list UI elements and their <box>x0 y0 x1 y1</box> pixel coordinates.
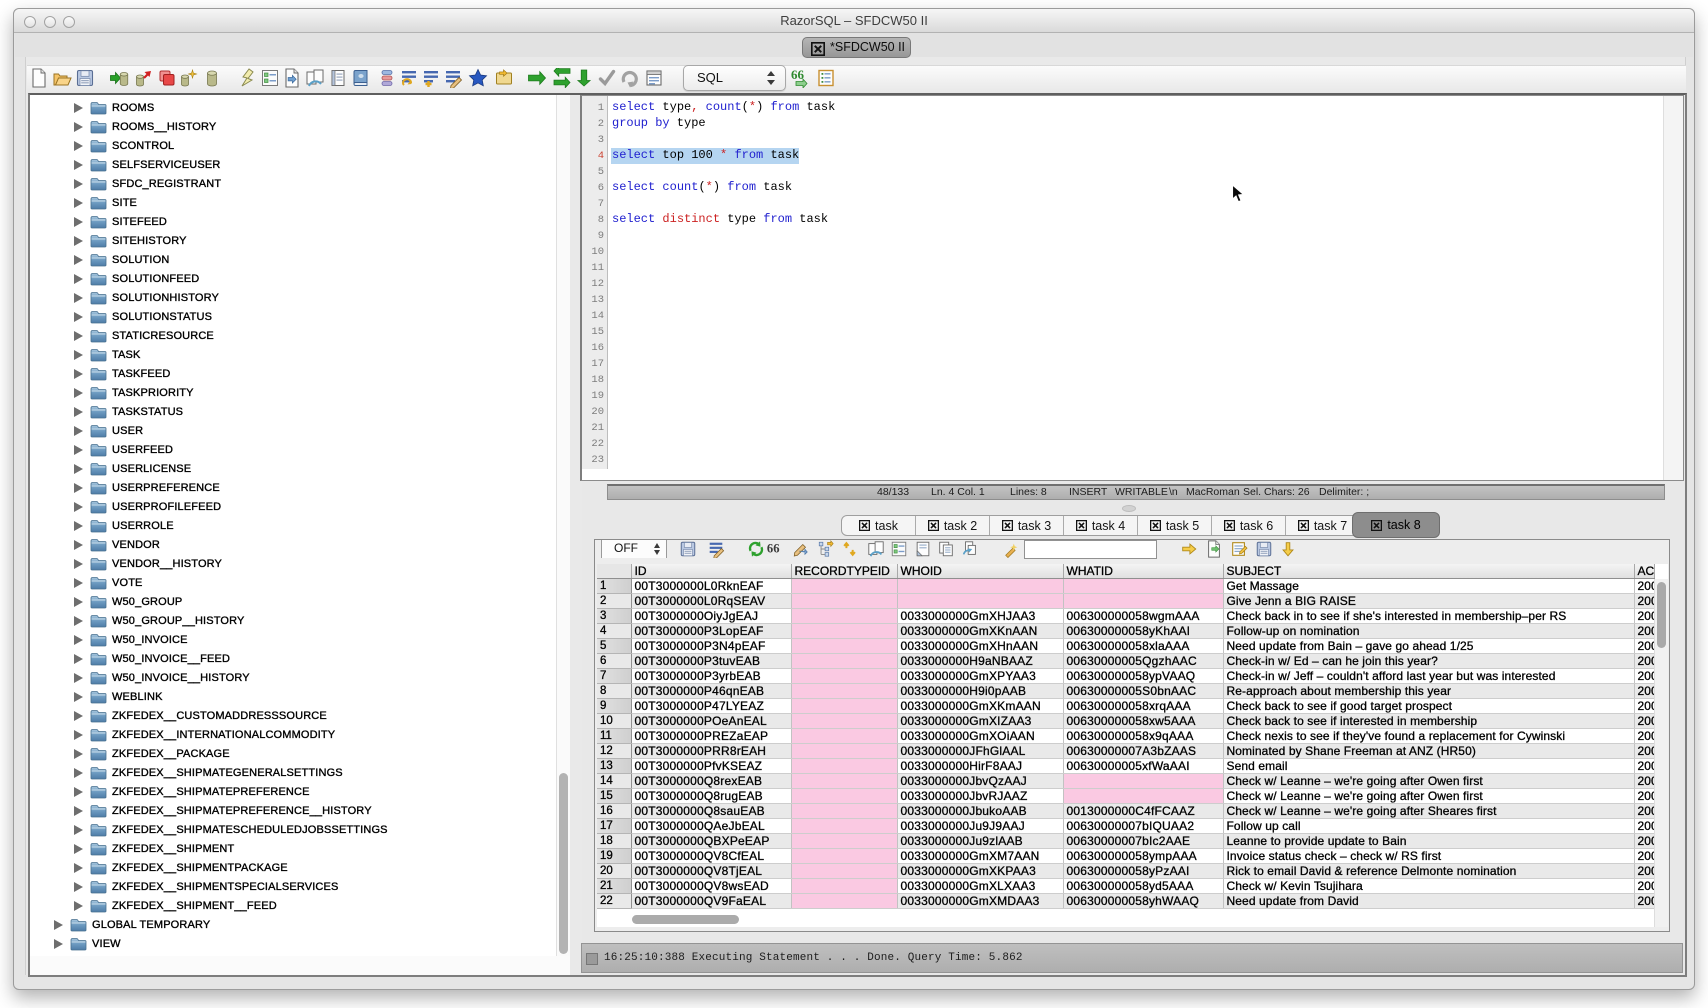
svg-text:66: 66 <box>791 68 805 82</box>
svg-text:66: 66 <box>767 542 780 556</box>
